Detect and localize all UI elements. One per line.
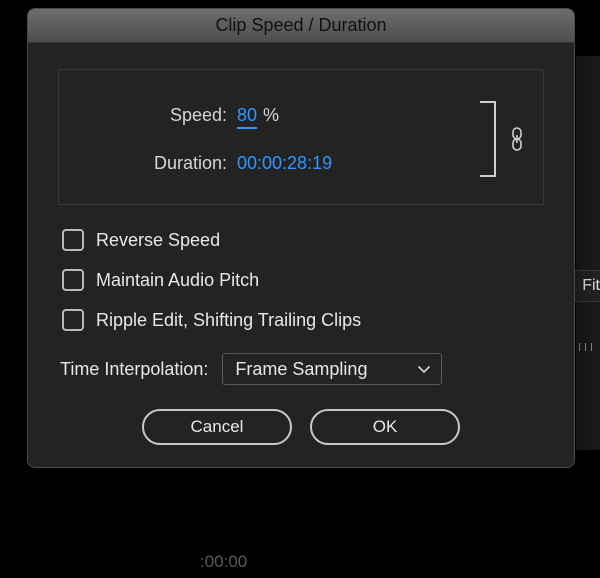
ripple-edit-checkbox-row[interactable]: Ripple Edit, Shifting Trailing Clips xyxy=(62,309,544,331)
speed-duration-group: Speed: 80 % Duration: 00:00:28:19 xyxy=(58,69,544,205)
clip-speed-duration-dialog: Clip Speed / Duration Speed: 80 % Durati… xyxy=(27,8,575,468)
speed-input[interactable]: 80 xyxy=(237,105,257,129)
cancel-button-label: Cancel xyxy=(191,417,244,437)
maintain-pitch-label: Maintain Audio Pitch xyxy=(96,270,259,291)
time-interpolation-value: Frame Sampling xyxy=(235,359,367,380)
reverse-speed-checkbox-row[interactable]: Reverse Speed xyxy=(62,229,544,251)
ripple-edit-label: Ripple Edit, Shifting Trailing Clips xyxy=(96,310,361,331)
speed-field-row: Speed: 80 % xyxy=(77,105,457,129)
reverse-speed-label: Reverse Speed xyxy=(96,230,220,251)
speed-label: Speed: xyxy=(77,105,227,126)
timeline-timecode: :00:00 xyxy=(200,552,247,572)
speed-duration-link[interactable] xyxy=(479,100,525,178)
speed-suffix: % xyxy=(263,105,279,126)
duration-field-row: Duration: 00:00:28:19 xyxy=(77,153,457,174)
cancel-button[interactable]: Cancel xyxy=(142,409,292,445)
checkbox-group: Reverse Speed Maintain Audio Pitch Rippl… xyxy=(58,229,544,331)
dialog-body: Speed: 80 % Duration: 00:00:28:19 xyxy=(28,43,574,467)
link-bracket-icon xyxy=(479,100,499,178)
fit-button-label: Fit xyxy=(582,277,600,295)
dialog-title: Clip Speed / Duration xyxy=(215,15,386,36)
maintain-pitch-checkbox-row[interactable]: Maintain Audio Pitch xyxy=(62,269,544,291)
time-interpolation-label: Time Interpolation: xyxy=(60,359,208,380)
dialog-titlebar[interactable]: Clip Speed / Duration xyxy=(28,9,574,43)
maintain-pitch-checkbox[interactable] xyxy=(62,269,84,291)
time-interpolation-select[interactable]: Frame Sampling xyxy=(222,353,442,385)
duration-label: Duration: xyxy=(77,153,227,174)
reverse-speed-checkbox[interactable] xyxy=(62,229,84,251)
dialog-buttons: Cancel OK xyxy=(58,409,544,445)
ok-button-label: OK xyxy=(373,417,398,437)
fit-button[interactable]: Fit xyxy=(573,270,600,302)
ripple-edit-checkbox[interactable] xyxy=(62,309,84,331)
panel-background xyxy=(576,56,600,450)
ruler-ticks xyxy=(579,343,592,351)
time-interpolation-row: Time Interpolation: Frame Sampling xyxy=(58,353,544,385)
chain-link-icon xyxy=(509,127,525,151)
ok-button[interactable]: OK xyxy=(310,409,460,445)
duration-input[interactable]: 00:00:28:19 xyxy=(237,153,332,174)
chevron-down-icon xyxy=(417,362,431,376)
